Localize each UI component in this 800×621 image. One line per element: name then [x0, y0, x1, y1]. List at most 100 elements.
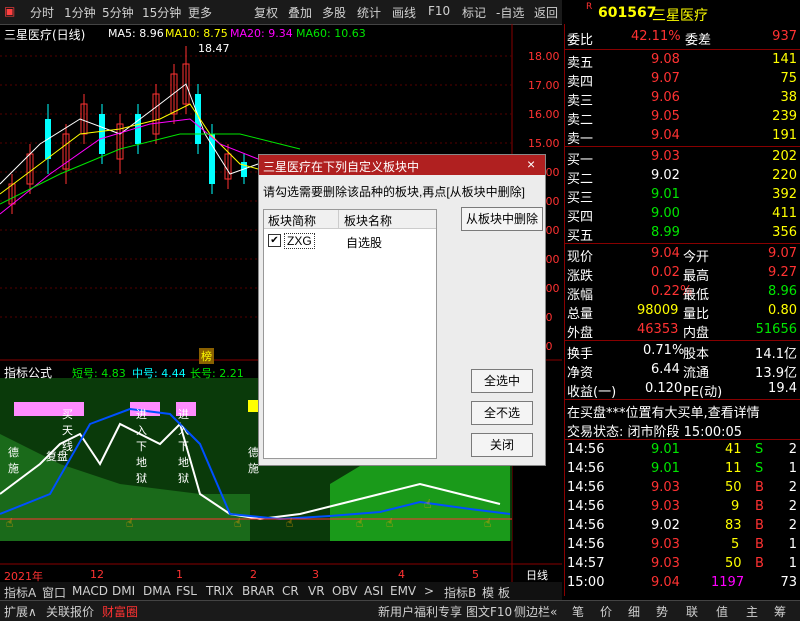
- stat-row: 涨跌 0.02 最高 9.27: [567, 265, 797, 284]
- tab-emv[interactable]: EMV: [390, 584, 416, 598]
- svg-text:☝: ☝: [424, 497, 431, 511]
- tab-asi[interactable]: ASI: [364, 584, 383, 598]
- toolbar-btn-1min[interactable]: 1分钟: [64, 4, 96, 21]
- svg-text:☝: ☝: [234, 516, 241, 530]
- sell-row[interactable]: 卖二 9.05 239: [565, 108, 800, 128]
- svg-text:☝: ☝: [126, 516, 133, 530]
- tick-row: 15:00 9.04 1197 73: [567, 575, 797, 590]
- list-item[interactable]: ✔ ZXG 自选股: [266, 232, 434, 250]
- indicator-name[interactable]: 指标公式: [4, 364, 52, 381]
- close-icon[interactable]: ×: [527, 156, 535, 172]
- toolbar-btn-adjust[interactable]: 复权: [254, 4, 278, 21]
- tab-indicator-b[interactable]: 指标B: [444, 584, 476, 601]
- y-tick: 17.00: [528, 79, 560, 92]
- col-name-header[interactable]: 板块名称: [344, 212, 392, 229]
- tab-vr[interactable]: VR: [308, 584, 325, 598]
- tab-board[interactable]: 板: [498, 584, 510, 601]
- tab-indicator-a[interactable]: 指标A: [4, 584, 36, 601]
- toolbar-btn-mark[interactable]: 标记: [462, 4, 486, 21]
- chart-title: 三星医疗(日线): [4, 28, 86, 42]
- toolbar-btn-multi[interactable]: 多股: [322, 4, 346, 21]
- ma20-label: MA20: 9.34: [230, 27, 293, 40]
- tab-cr[interactable]: CR: [282, 584, 299, 598]
- buy-row[interactable]: 买二 9.02 220: [565, 167, 800, 187]
- sell-row[interactable]: 卖三 9.06 38: [565, 89, 800, 109]
- tab-macd[interactable]: MACD: [72, 584, 108, 598]
- tick-row: 14:56 9.02 83 B 2: [567, 518, 797, 533]
- sell-row[interactable]: 卖四 9.07 75: [565, 70, 800, 90]
- new-user-benefit-link[interactable]: 新用户福利专享: [378, 603, 462, 620]
- y-tick: 18.00: [528, 50, 560, 63]
- menu-icon[interactable]: ▣: [4, 4, 15, 18]
- toolbar-btn-15min[interactable]: 15分钟: [142, 4, 181, 21]
- tab-obv[interactable]: OBV: [332, 584, 358, 598]
- board-list-header: 板块简称 板块名称: [264, 210, 436, 229]
- close-button[interactable]: 关闭: [471, 433, 533, 457]
- dialog-prompt: 请勾选需要删除该品种的板块,再点[从板块中删除]: [263, 185, 526, 199]
- select-none-button[interactable]: 全不选: [471, 401, 533, 425]
- tab-fsl[interactable]: FSL: [176, 584, 197, 598]
- checkbox[interactable]: ✔: [268, 234, 281, 247]
- toolbar-btn-timeshare[interactable]: 分时: [30, 4, 54, 21]
- sell-row[interactable]: 卖一 9.04 191: [565, 127, 800, 147]
- tab-trades[interactable]: 笔: [572, 603, 584, 620]
- indicator-tag: 进入下地狱: [136, 408, 147, 485]
- sidebar-toggle[interactable]: 侧边栏«: [514, 603, 557, 620]
- sell-row[interactable]: 卖五 9.08 141: [565, 51, 800, 71]
- board-name: 自选股: [346, 236, 383, 250]
- tab-template[interactable]: 模: [482, 584, 494, 601]
- tab-dma[interactable]: DMA: [143, 584, 171, 598]
- graphic-f10-button[interactable]: 图文F10: [466, 603, 512, 620]
- rank-badge[interactable]: 榜: [199, 348, 214, 364]
- tab-detail[interactable]: 细: [628, 603, 640, 620]
- indicator-tag: 进入下地狱: [178, 408, 189, 485]
- mid-label: 中号: 4.44: [132, 367, 186, 380]
- period-label[interactable]: 日线: [526, 567, 548, 583]
- expand-button[interactable]: 扩展∧: [4, 603, 37, 620]
- buy-row[interactable]: 买一 9.03 202: [565, 148, 800, 168]
- tab-scroll-right[interactable]: >: [424, 584, 434, 598]
- toolbar-btn-more[interactable]: 更多: [188, 4, 212, 21]
- x-tick: 2: [250, 568, 257, 581]
- toolbar-btn-stats[interactable]: 统计: [357, 4, 381, 21]
- stock-header: R 601567 三星医疗: [562, 0, 800, 24]
- toolbar-btn-draw[interactable]: 画线: [392, 4, 416, 21]
- tab-trend[interactable]: 势: [656, 603, 668, 620]
- board-list[interactable]: 板块简称 板块名称 ✔ ZXG 自选股: [263, 209, 437, 459]
- tab-value[interactable]: 值: [716, 603, 728, 620]
- indicator-tag: 买天线: [62, 408, 73, 453]
- tab-chips[interactable]: 筹: [774, 603, 786, 620]
- toolbar-btn-overlay[interactable]: 叠加: [288, 4, 312, 21]
- tab-brar[interactable]: BRAR: [242, 584, 275, 598]
- svg-text:☝: ☝: [6, 516, 13, 530]
- tab-trix[interactable]: TRIX: [206, 584, 233, 598]
- x-tick: 4: [398, 568, 405, 581]
- remove-from-board-button[interactable]: 从板块中删除: [461, 207, 543, 231]
- buy-row[interactable]: 买三 9.01 392: [565, 186, 800, 206]
- x-tick: 12: [90, 568, 104, 581]
- tab-window[interactable]: 窗口: [42, 584, 66, 601]
- buy-row[interactable]: 买五 8.99 356: [565, 224, 800, 244]
- stat-row: 总量 98009 量比 0.80: [567, 303, 797, 322]
- tab-price[interactable]: 价: [600, 603, 612, 620]
- y-tick: 15.00: [528, 137, 560, 150]
- dialog-title-bar[interactable]: 三星医疗在下列自定义板块中 ×: [259, 155, 545, 175]
- toolbar-btn-watchlist[interactable]: -自选: [496, 4, 524, 21]
- col-abbr-header[interactable]: 板块简称: [268, 212, 316, 229]
- tab-main[interactable]: 主: [746, 603, 758, 620]
- buy-row[interactable]: 买四 9.00 411: [565, 205, 800, 225]
- x-tick: 3: [312, 568, 319, 581]
- wealth-circle-button[interactable]: 财富圈: [102, 603, 138, 620]
- select-all-button[interactable]: 全选中: [471, 369, 533, 393]
- tab-dmi[interactable]: DMI: [112, 584, 135, 598]
- svg-text:☝: ☝: [386, 516, 393, 530]
- indicator-tag: 德施: [8, 446, 19, 475]
- toolbar-btn-f10[interactable]: F10: [428, 4, 450, 18]
- big-order-notice[interactable]: 在买盘***位置有大买单,查看详情: [565, 401, 800, 421]
- tab-linked[interactable]: 联: [686, 603, 698, 620]
- svg-text:☝: ☝: [484, 516, 491, 530]
- toolbar-btn-5min[interactable]: 5分钟: [102, 4, 134, 21]
- related-quotes-button[interactable]: 关联报价: [46, 603, 94, 620]
- stat2-row: 净资 6.44 流通 13.9亿: [567, 362, 797, 381]
- toolbar-btn-back[interactable]: 返回: [534, 4, 558, 21]
